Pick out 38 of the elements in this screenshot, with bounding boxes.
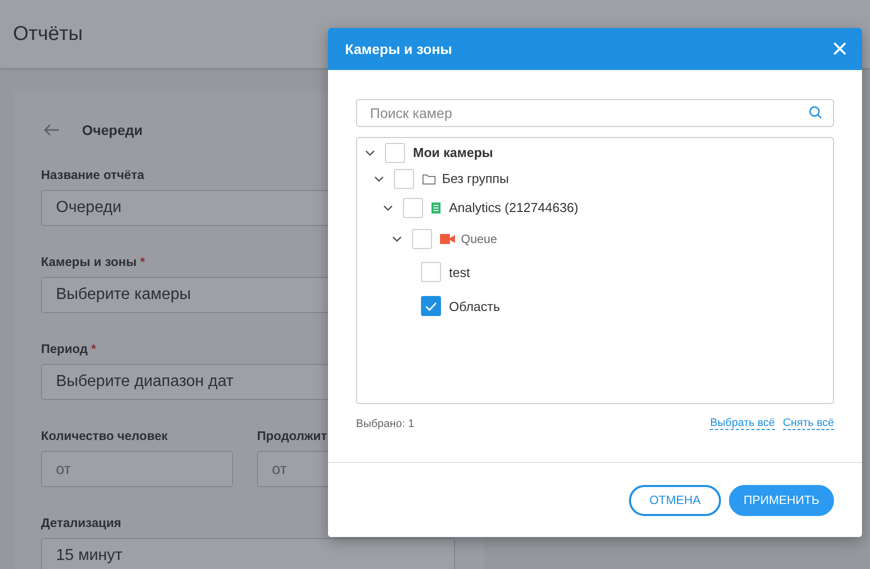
dialog-title: Камеры и зоны — [345, 41, 452, 57]
input-field[interactable]: от — [41, 451, 233, 487]
input-field[interactable]: 15 минут — [41, 538, 455, 569]
search-icon[interactable] — [809, 106, 822, 119]
page-title: Отчёты — [13, 22, 83, 46]
checkbox[interactable] — [421, 296, 441, 316]
section-title: Очереди — [82, 122, 143, 138]
checkbox[interactable] — [421, 262, 441, 282]
tree-item-label[interactable]: Queue — [461, 232, 498, 246]
field-label: Продолжит — [257, 429, 327, 445]
tree-item-label[interactable]: Без группы — [442, 171, 509, 186]
field-label: Камеры и зоны * — [41, 255, 145, 271]
selected-count: Выбрано: 1 — [356, 418, 414, 430]
folder-icon — [422, 172, 436, 184]
apply-button[interactable]: ПРИМЕНИТЬ — [729, 484, 834, 516]
clear-all-link[interactable]: Снять всё — [782, 417, 834, 430]
chevron-icon[interactable] — [392, 236, 402, 242]
chevron-icon[interactable] — [383, 204, 393, 210]
field-label: Количество человек — [41, 429, 168, 445]
check-icon — [425, 302, 437, 310]
select-all-link[interactable]: Выбрать всё — [710, 417, 775, 430]
checkbox[interactable] — [394, 168, 414, 188]
chevron-icon[interactable] — [374, 176, 384, 182]
field-label: Детализация — [41, 516, 122, 532]
video-camera-icon — [440, 234, 455, 244]
list-icon — [431, 202, 441, 214]
tree-item-label[interactable]: Мои камеры — [413, 145, 493, 160]
checkbox[interactable] — [385, 142, 405, 162]
back-arrow-icon[interactable] — [44, 124, 60, 136]
checkbox[interactable] — [403, 198, 423, 218]
close-button[interactable]: × — [832, 35, 848, 63]
cancel-button[interactable]: ОТМЕНА — [629, 484, 721, 516]
checkbox[interactable] — [412, 229, 432, 249]
search-field[interactable]: Поиск камер — [356, 99, 834, 127]
field-label: Период * — [41, 342, 96, 358]
field-label: Название отчёта — [41, 168, 144, 184]
chevron-icon[interactable] — [365, 150, 375, 156]
tree-item-label[interactable]: test — [449, 264, 470, 280]
